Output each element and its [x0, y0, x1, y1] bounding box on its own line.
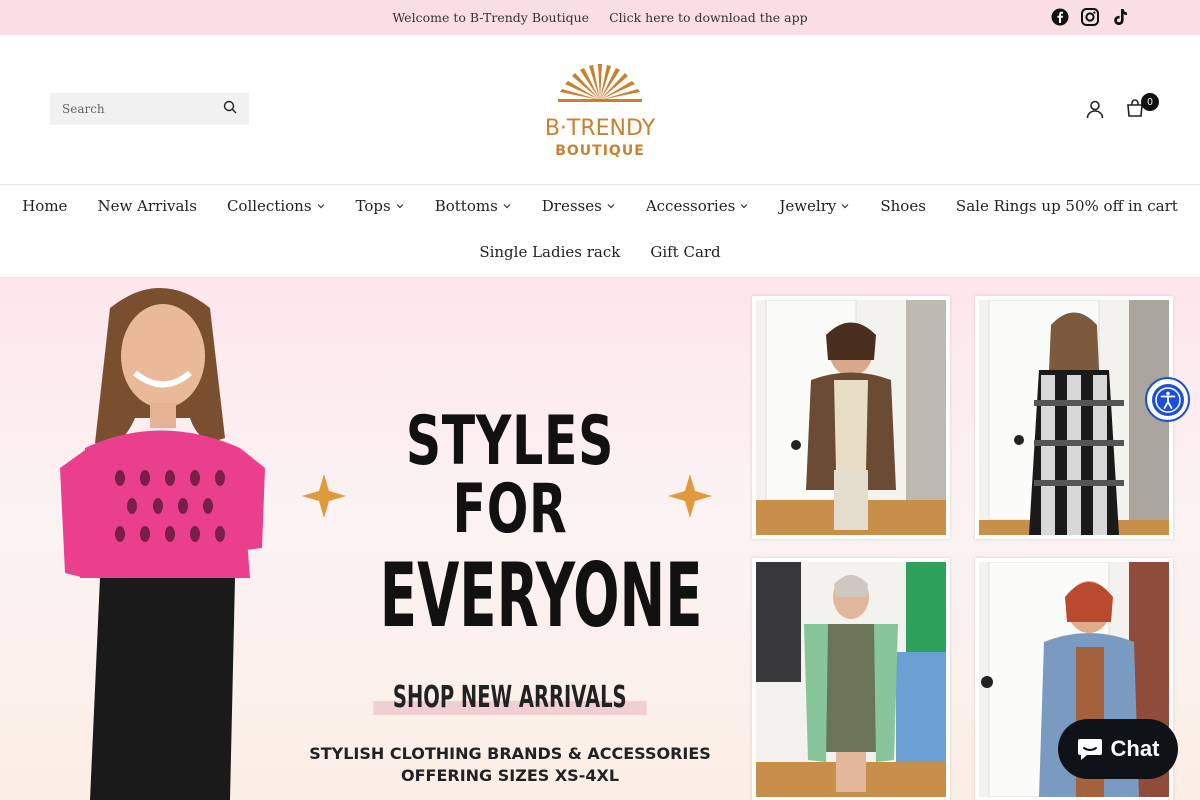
nav-item-label: Dresses: [541, 197, 602, 215]
hero-subline: STYLISH CLOTHING BRANDS & ACCESSORIES OF…: [300, 743, 720, 787]
chevron-down-icon: [841, 204, 849, 209]
nav-item-label: Collections: [226, 197, 312, 215]
search-bar[interactable]: [50, 93, 249, 125]
site-header: B·TRENDY BOUTIQUE 0: [0, 35, 1200, 185]
hero-model-image: [60, 288, 265, 800]
nav-item-label: Home: [22, 197, 68, 215]
nav-item-accessories[interactable]: Accessories: [646, 197, 749, 215]
nav-item-sale-rings-up-50-off-in-cart[interactable]: Sale Rings up 50% off in cart: [956, 197, 1178, 215]
nav-item-label: Accessories: [645, 197, 736, 215]
outfit-photo[interactable]: [752, 558, 950, 800]
nav-item-label: Jewelry: [779, 197, 837, 215]
hero-subline-2: OFFERING SIZES XS-4XL: [400, 766, 620, 785]
sparkle-icon: [668, 474, 712, 518]
nav-item-gift-card[interactable]: Gift Card: [650, 243, 720, 261]
nav-item-shoes[interactable]: Shoes: [880, 197, 926, 215]
main-navigation: Home New Arrivals Collections Tops Bottoms Dr…: [0, 185, 1200, 278]
sparkle-icon: [302, 474, 346, 518]
nav-row-primary: Home New Arrivals Collections Tops Bottoms Dr…: [0, 197, 1200, 215]
chevron-down-icon: [396, 204, 404, 209]
nav-item-collections[interactable]: Collections: [227, 197, 326, 215]
nav-item-home[interactable]: Home: [22, 197, 67, 215]
chevron-down-icon: [503, 204, 511, 209]
welcome-text: Welcome to B-Trendy Boutique: [392, 10, 590, 25]
hero-banner[interactable]: STYLES FOR EVERYONE SHOP NEW ARRIVALS ST…: [0, 278, 1200, 800]
hero-headline-line2: EVERYONE: [379, 544, 703, 647]
chevron-down-icon: [607, 204, 615, 209]
facebook-icon[interactable]: [1050, 7, 1070, 27]
brand-logo[interactable]: B·TRENDY BOUTIQUE: [540, 60, 660, 160]
chevron-down-icon: [317, 204, 324, 209]
nav-item-label: Shoes: [880, 197, 926, 215]
logo-line2: BOUTIQUE: [555, 143, 645, 159]
outfit-photo[interactable]: [975, 296, 1173, 539]
chat-button[interactable]: Chat: [1058, 719, 1178, 779]
nav-item-new-arrivals[interactable]: New Arrivals: [97, 197, 197, 215]
social-links: [1050, 7, 1130, 27]
nav-row-secondary: Single Ladies rack Gift Card: [0, 243, 1200, 261]
hero-headline-line1: STYLES FOR: [405, 402, 615, 549]
outfit-photo[interactable]: [752, 296, 950, 539]
tiktok-icon[interactable]: [1110, 7, 1130, 27]
nav-item-label: Gift Card: [650, 243, 721, 261]
hero-text-block: STYLES FOR EVERYONE SHOP NEW ARRIVALS ST…: [300, 408, 720, 787]
account-icon[interactable]: [1085, 99, 1105, 124]
announcement-bar: Welcome to B-Trendy Boutique Click here …: [0, 0, 1200, 35]
chevron-down-icon: [740, 204, 748, 209]
nav-item-label: Tops: [355, 197, 391, 215]
search-icon[interactable]: [223, 100, 237, 119]
nav-item-jewelry[interactable]: Jewelry: [779, 197, 850, 215]
nav-item-label: Single Ladies rack: [479, 243, 621, 261]
nav-item-label: Sale Rings up 50% off in cart: [955, 197, 1178, 215]
nav-item-bottoms[interactable]: Bottoms: [435, 197, 512, 215]
nav-item-dresses[interactable]: Dresses: [542, 197, 616, 215]
logo-line1: B·TRENDY: [545, 116, 656, 141]
accessibility-icon: [1151, 383, 1184, 416]
nav-item-label: New Arrivals: [97, 197, 197, 215]
nav-item-single-ladies-rack[interactable]: Single Ladies rack: [479, 243, 620, 261]
nav-item-label: Bottoms: [434, 197, 498, 215]
shop-new-arrivals-link[interactable]: SHOP NEW ARRIVALS: [373, 680, 647, 715]
nav-item-tops[interactable]: Tops: [356, 197, 405, 215]
hero-subline-1: STYLISH CLOTHING BRANDS & ACCESSORIES: [309, 744, 711, 763]
download-app-link[interactable]: Click here to download the app: [609, 10, 808, 25]
search-input[interactable]: [62, 102, 223, 116]
instagram-icon[interactable]: [1080, 7, 1100, 27]
accessibility-button[interactable]: [1145, 377, 1190, 422]
chat-label: Chat: [1110, 736, 1160, 761]
chat-bubble-icon: [1077, 739, 1102, 760]
cart-count-badge: 0: [1141, 93, 1159, 111]
